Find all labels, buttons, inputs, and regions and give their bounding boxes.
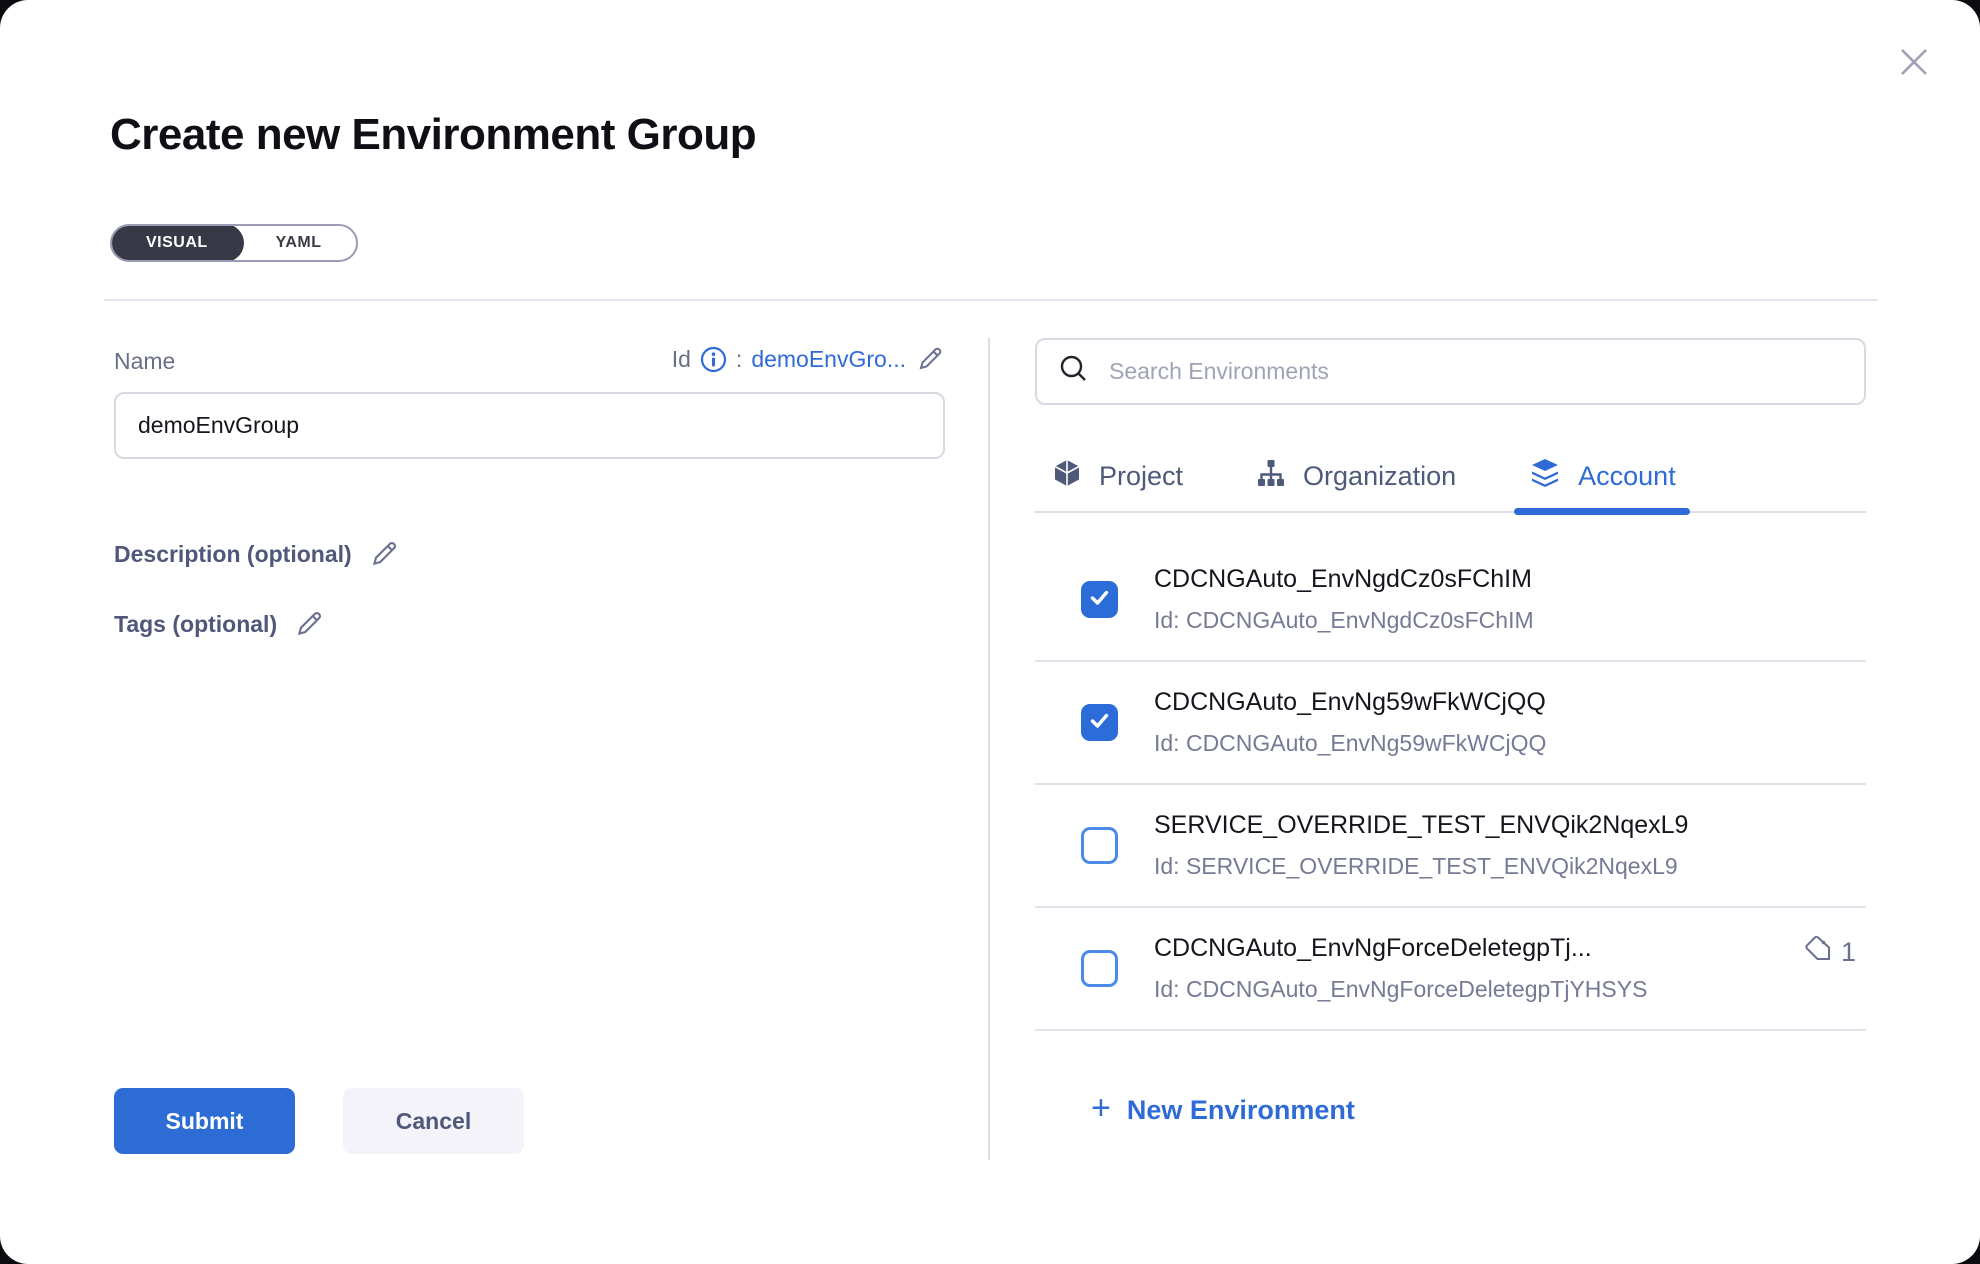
environment-checkbox[interactable] bbox=[1081, 827, 1118, 864]
environment-row[interactable]: SERVICE_OVERRIDE_TEST_ENVQik2NqexL9 Id: … bbox=[1035, 785, 1866, 908]
org-chart-icon bbox=[1255, 457, 1287, 496]
scope-tabs: Project Organization bbox=[1035, 441, 1866, 513]
environment-name: CDCNGAuto_EnvNgdCz0sFChIM bbox=[1154, 565, 1866, 594]
environment-name: CDCNGAuto_EnvNg59wFkWCjQQ bbox=[1154, 688, 1866, 717]
id-row: Id : demoEnvGro... bbox=[114, 344, 945, 374]
checkmark-icon bbox=[1088, 709, 1111, 737]
search-box bbox=[1035, 338, 1866, 405]
environment-name: CDCNGAuto_EnvNgForceDeletegpTj... bbox=[1154, 934, 1767, 963]
cube-icon bbox=[1051, 457, 1083, 496]
header-divider bbox=[104, 299, 1878, 301]
tag-icon bbox=[1803, 934, 1833, 971]
plus-icon: + bbox=[1091, 1091, 1111, 1125]
edit-id-pencil-icon[interactable] bbox=[915, 344, 945, 374]
new-environment-label: New Environment bbox=[1127, 1095, 1355, 1126]
tags-label: Tags (optional) bbox=[114, 611, 277, 638]
tab-account[interactable]: Account bbox=[1528, 441, 1676, 511]
page-title: Create new Environment Group bbox=[110, 110, 756, 160]
search-icon bbox=[1057, 352, 1091, 391]
toggle-yaml[interactable]: YAML bbox=[242, 226, 356, 260]
environment-id: Id: CDCNGAuto_EnvNgdCz0sFChIM bbox=[1154, 607, 1866, 634]
description-row: Description (optional) bbox=[114, 538, 400, 570]
environment-row[interactable]: CDCNGAuto_EnvNg59wFkWCjQQ Id: CDCNGAuto_… bbox=[1035, 662, 1866, 785]
form-actions: Submit Cancel bbox=[114, 1088, 524, 1154]
environment-name: SERVICE_OVERRIDE_TEST_ENVQik2NqexL9 bbox=[1154, 811, 1866, 840]
submit-button[interactable]: Submit bbox=[114, 1088, 295, 1154]
search-environments-input[interactable] bbox=[1109, 358, 1844, 385]
id-value-link[interactable]: demoEnvGro... bbox=[751, 346, 906, 373]
create-environment-group-modal: Create new Environment Group VISUAL YAML… bbox=[0, 0, 1980, 1264]
tag-count-badge: 1 bbox=[1803, 934, 1866, 971]
tags-row: Tags (optional) bbox=[114, 608, 325, 640]
environment-id: Id: SERVICE_OVERRIDE_TEST_ENVQik2NqexL9 bbox=[1154, 853, 1866, 880]
new-environment-button[interactable]: + New Environment bbox=[1091, 1093, 1355, 1127]
close-icon bbox=[1894, 42, 1934, 87]
close-button[interactable] bbox=[1888, 38, 1940, 90]
id-separator: : bbox=[736, 346, 742, 373]
environment-row[interactable]: CDCNGAuto_EnvNgdCz0sFChIM Id: CDCNGAuto_… bbox=[1035, 513, 1866, 662]
name-input[interactable] bbox=[114, 392, 945, 459]
checkmark-icon bbox=[1088, 586, 1111, 614]
edit-tags-pencil-icon[interactable] bbox=[293, 608, 325, 640]
environment-row[interactable]: CDCNGAuto_EnvNgForceDeletegpTj... Id: CD… bbox=[1035, 908, 1866, 1031]
toggle-visual[interactable]: VISUAL bbox=[110, 224, 244, 262]
column-divider bbox=[988, 338, 990, 1160]
environment-id: Id: CDCNGAuto_EnvNg59wFkWCjQQ bbox=[1154, 730, 1866, 757]
environment-checkbox[interactable] bbox=[1081, 581, 1118, 618]
info-icon[interactable] bbox=[700, 346, 727, 373]
description-label: Description (optional) bbox=[114, 541, 352, 568]
tab-organization-label: Organization bbox=[1303, 461, 1456, 492]
tab-organization[interactable]: Organization bbox=[1255, 441, 1456, 511]
cancel-button[interactable]: Cancel bbox=[343, 1088, 524, 1154]
environment-checkbox[interactable] bbox=[1081, 704, 1118, 741]
visual-yaml-toggle: VISUAL YAML bbox=[110, 224, 358, 262]
id-label: Id bbox=[672, 346, 691, 373]
environment-list: CDCNGAuto_EnvNgdCz0sFChIM Id: CDCNGAuto_… bbox=[1035, 513, 1866, 1049]
environment-checkbox[interactable] bbox=[1081, 950, 1118, 987]
environment-picker-pane: Project Organization bbox=[1035, 338, 1866, 1127]
edit-description-pencil-icon[interactable] bbox=[368, 538, 400, 570]
tab-account-label: Account bbox=[1578, 461, 1676, 492]
layers-icon bbox=[1528, 456, 1562, 497]
tag-count: 1 bbox=[1841, 937, 1856, 968]
tab-project-label: Project bbox=[1099, 461, 1183, 492]
tab-project[interactable]: Project bbox=[1051, 441, 1183, 511]
environment-id: Id: CDCNGAuto_EnvNgForceDeletegpTjYHSYS bbox=[1154, 976, 1767, 1003]
